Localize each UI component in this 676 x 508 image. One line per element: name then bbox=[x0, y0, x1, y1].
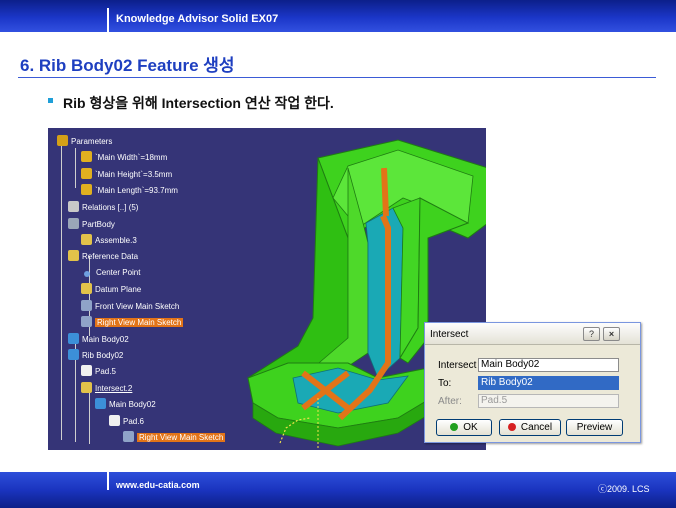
parameter-icon bbox=[81, 151, 92, 162]
preview-button[interactable]: Preview bbox=[566, 419, 623, 436]
tree-node-parameters[interactable]: Parameters bbox=[57, 135, 112, 149]
tree-node-main-length[interactable]: `Main Length`=93.7mm bbox=[81, 184, 178, 198]
header-bar: Knowledge Advisor Solid EX07 bbox=[0, 0, 676, 32]
reference-data-icon bbox=[68, 250, 79, 261]
ok-icon bbox=[450, 423, 459, 431]
body-icon bbox=[68, 333, 79, 344]
slide-title: 6. Rib Body02 Feature 생성 bbox=[20, 56, 235, 75]
tree-node-relations[interactable]: Relations [..] (5) bbox=[68, 201, 138, 215]
sketch-icon bbox=[81, 300, 92, 311]
after-field[interactable]: Pad.5 bbox=[478, 394, 619, 408]
tree-node-right-view-sketch[interactable]: Right View Main Sketch bbox=[81, 316, 184, 330]
parameter-icon bbox=[81, 184, 92, 195]
ok-button[interactable]: OK bbox=[436, 419, 492, 436]
tree-node-intersect2[interactable]: Intersect.2 bbox=[81, 382, 132, 396]
pad-icon bbox=[81, 365, 92, 376]
header-divider bbox=[107, 8, 109, 32]
footer-copyright: ⓒ2009. LCS bbox=[598, 484, 650, 494]
to-label: To: bbox=[438, 378, 452, 389]
tree-node-pad5[interactable]: Pad.5 bbox=[81, 365, 116, 379]
sketch-icon bbox=[81, 316, 92, 327]
plane-icon bbox=[81, 283, 92, 294]
intersect-field[interactable]: Main Body02 bbox=[478, 358, 619, 372]
dialog-titlebar[interactable]: Intersect ? × bbox=[425, 323, 640, 345]
footer-bar: www.edu-catia.com ⓒ2009. LCS bbox=[0, 472, 676, 508]
catia-screenshot: Parameters `Main Width`=18mm `Main Heigh… bbox=[48, 128, 486, 450]
tree-node-reference-data[interactable]: Reference Data bbox=[68, 250, 138, 264]
bullet-square-icon bbox=[48, 98, 53, 103]
pad-icon bbox=[109, 415, 120, 426]
close-button[interactable]: × bbox=[603, 327, 620, 341]
bullet-text: Rib 형상을 위해 Intersection 연산 작업 한다. bbox=[63, 95, 334, 111]
tree-node-front-view-sketch[interactable]: Front View Main Sketch bbox=[81, 300, 179, 314]
model-channel-floor bbox=[365, 207, 404, 379]
relations-icon bbox=[68, 201, 79, 212]
parameter-icon bbox=[81, 168, 92, 179]
footer-url[interactable]: www.edu-catia.com bbox=[116, 480, 200, 490]
intersect-dialog: Intersect ? × Intersect Main Body02 To: … bbox=[424, 322, 641, 443]
tree-node-partbody[interactable]: PartBody bbox=[68, 218, 115, 232]
intersect-icon bbox=[81, 382, 92, 393]
footer-divider bbox=[107, 472, 109, 490]
tree-node-rib-body02[interactable]: Rib Body02 bbox=[68, 349, 123, 363]
tree-node-main-width[interactable]: `Main Width`=18mm bbox=[81, 151, 167, 165]
cancel-button[interactable]: Cancel bbox=[499, 419, 561, 436]
tree-node-main-height[interactable]: `Main Height`=3.5mm bbox=[81, 168, 172, 182]
partbody-icon bbox=[68, 218, 79, 229]
after-label: After: bbox=[438, 396, 462, 407]
assemble-icon bbox=[81, 234, 92, 245]
dialog-title: Intersect bbox=[430, 329, 469, 340]
tree-node-assemble3[interactable]: Assemble.3 bbox=[81, 234, 137, 248]
tree-branch-line bbox=[89, 390, 90, 444]
tree-trunk-line bbox=[61, 140, 62, 440]
body-icon bbox=[68, 349, 79, 360]
tree-branch-line bbox=[75, 148, 76, 188]
tree-node-pad6[interactable]: Pad.6 bbox=[109, 415, 144, 429]
tree-node-main-body02[interactable]: Main Body02 bbox=[68, 333, 129, 347]
cancel-icon bbox=[507, 423, 516, 431]
intersect-label: Intersect bbox=[438, 360, 477, 371]
title-underline bbox=[18, 77, 656, 78]
sketch-icon bbox=[123, 431, 134, 442]
tree-node-main-body02-sub[interactable]: Main Body02 bbox=[95, 398, 156, 412]
point-icon bbox=[84, 271, 90, 277]
help-button[interactable]: ? bbox=[583, 327, 600, 341]
body-icon bbox=[95, 398, 106, 409]
tree-node-center-point[interactable]: Center Point bbox=[81, 267, 140, 281]
course-title: Knowledge Advisor Solid EX07 bbox=[116, 13, 279, 25]
model-rib-top bbox=[381, 167, 389, 217]
tree-node-right-view-sketch-sub[interactable]: Right View Main Sketch bbox=[123, 431, 226, 445]
parameters-icon bbox=[57, 135, 68, 146]
tree-node-datum-plane[interactable]: Datum Plane bbox=[81, 283, 141, 297]
to-field[interactable]: Rib Body02 bbox=[478, 376, 619, 390]
